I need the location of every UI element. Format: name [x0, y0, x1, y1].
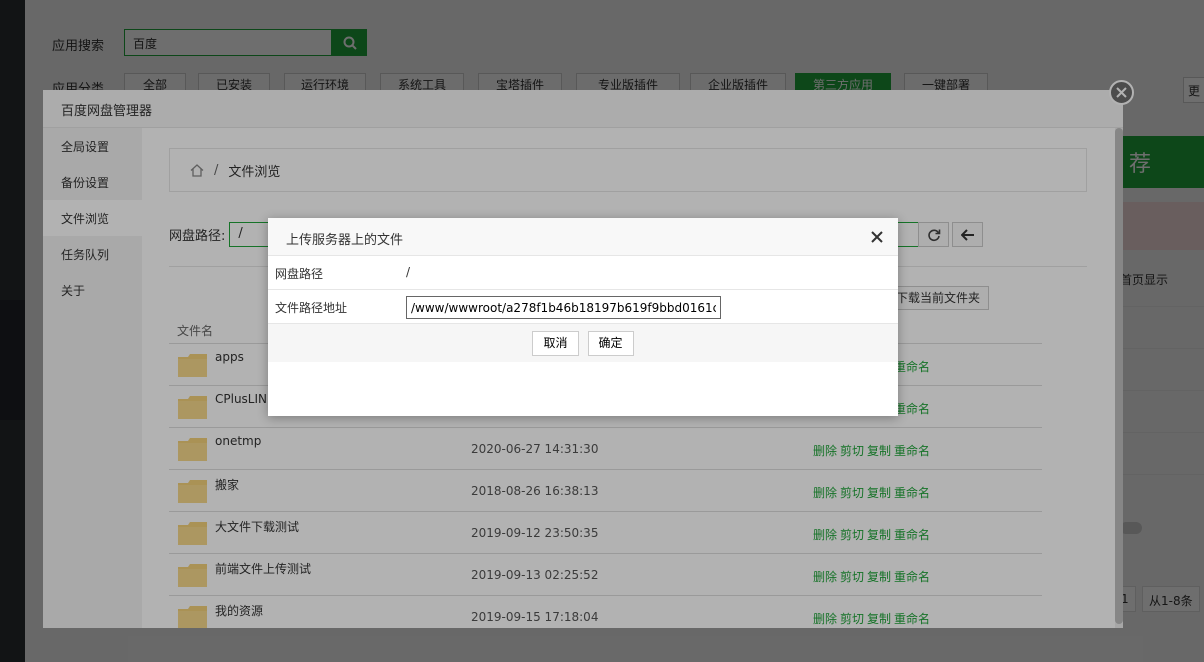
file-path-row: 文件路径地址 — [268, 290, 898, 324]
inner-dialog-title: 上传服务器上的文件 — [268, 218, 898, 256]
close-icon[interactable] — [870, 230, 884, 244]
pan-path-value: / — [406, 265, 411, 279]
pan-path-row: 网盘路径 / — [268, 256, 898, 290]
pan-path-label: 网盘路径 — [275, 267, 324, 281]
dialog-footer: 取消 确定 — [268, 324, 898, 362]
file-path-label: 文件路径地址 — [275, 301, 348, 315]
file-path-input[interactable] — [406, 296, 721, 319]
cancel-button[interactable]: 取消 — [532, 330, 579, 356]
upload-server-file-dialog: 上传服务器上的文件 网盘路径 / 文件路径地址 取消 确定 — [268, 218, 898, 416]
confirm-button[interactable]: 确定 — [587, 330, 634, 356]
